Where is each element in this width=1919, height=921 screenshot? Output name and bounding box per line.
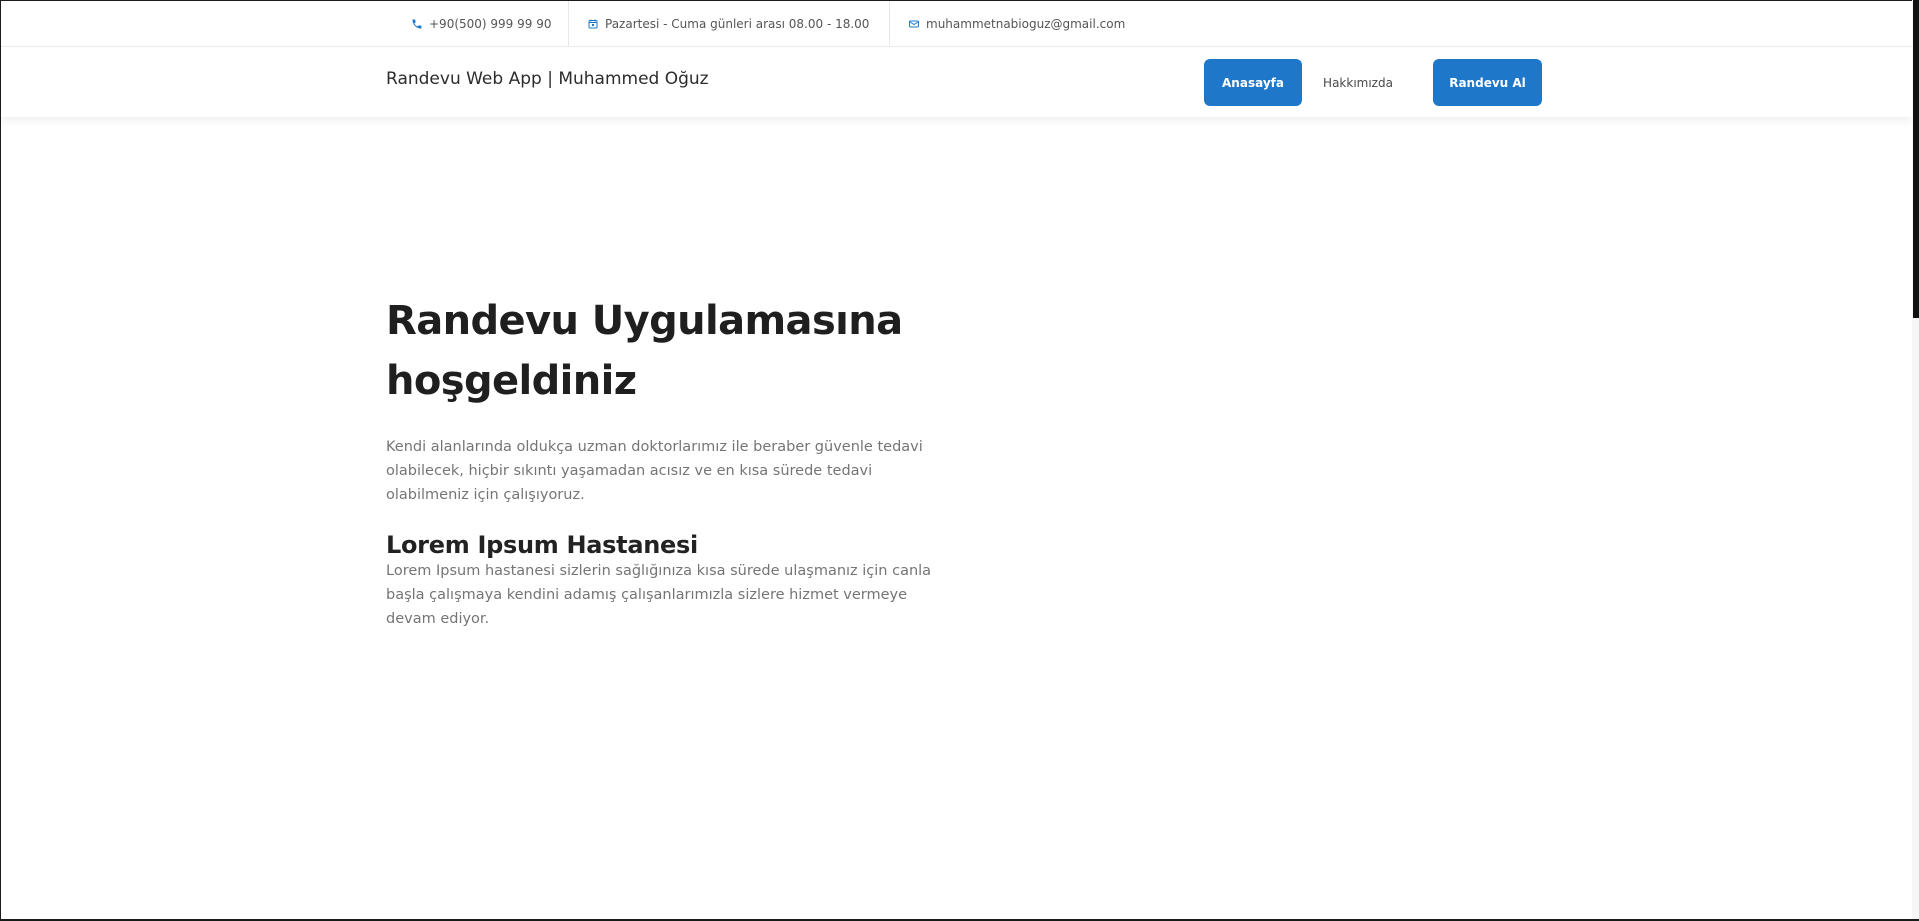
top-contact-bar: +90(500) 999 99 90 Pazartesi - Cuma günl…	[1, 1, 1913, 47]
hero-title: Randevu Uygulamasına hoşgeldiniz	[386, 298, 903, 404]
main-navbar: Randevu Web App | Muhammed Oğuz Anasayfa…	[1, 47, 1913, 117]
working-hours: Pazartesi - Cuma günleri arası 08.00 - 1…	[586, 1, 869, 46]
page: +90(500) 999 99 90 Pazartesi - Cuma günl…	[0, 0, 1919, 921]
working-hours-text: Pazartesi - Cuma günleri arası 08.00 - 1…	[605, 16, 870, 31]
hero-section: Randevu Uygulamasına hoşgeldiniz Kendi a…	[386, 291, 946, 631]
scrollbar-thumb[interactable]	[1913, 0, 1919, 318]
topbar-divider	[568, 1, 569, 46]
hospital-description: Lorem Ipsum hastanesi sizlerin sağlığını…	[386, 563, 932, 627]
topbar-divider	[889, 1, 890, 46]
phone-icon	[410, 17, 424, 31]
nav-appointment-button[interactable]: Randevu Al	[1433, 59, 1542, 106]
nav-about-link[interactable]: Hakkımızda	[1317, 59, 1399, 106]
brand-title[interactable]: Randevu Web App | Muhammed Oğuz	[386, 69, 709, 89]
hospital-title: Lorem Ipsum Hastanesi	[386, 531, 698, 559]
hero-description: Kendi alanlarında oldukça uzman doktorla…	[386, 439, 923, 503]
phone-text: +90(500) 999 99 90	[429, 16, 552, 31]
mail-icon	[907, 17, 921, 31]
phone-contact[interactable]: +90(500) 999 99 90	[410, 1, 551, 46]
email-text: muhammetnabioguz@gmail.com	[926, 16, 1126, 31]
nav-home-button[interactable]: Anasayfa	[1204, 59, 1302, 106]
email-contact[interactable]: muhammetnabioguz@gmail.com	[907, 1, 1125, 46]
calendar-icon	[586, 17, 600, 31]
